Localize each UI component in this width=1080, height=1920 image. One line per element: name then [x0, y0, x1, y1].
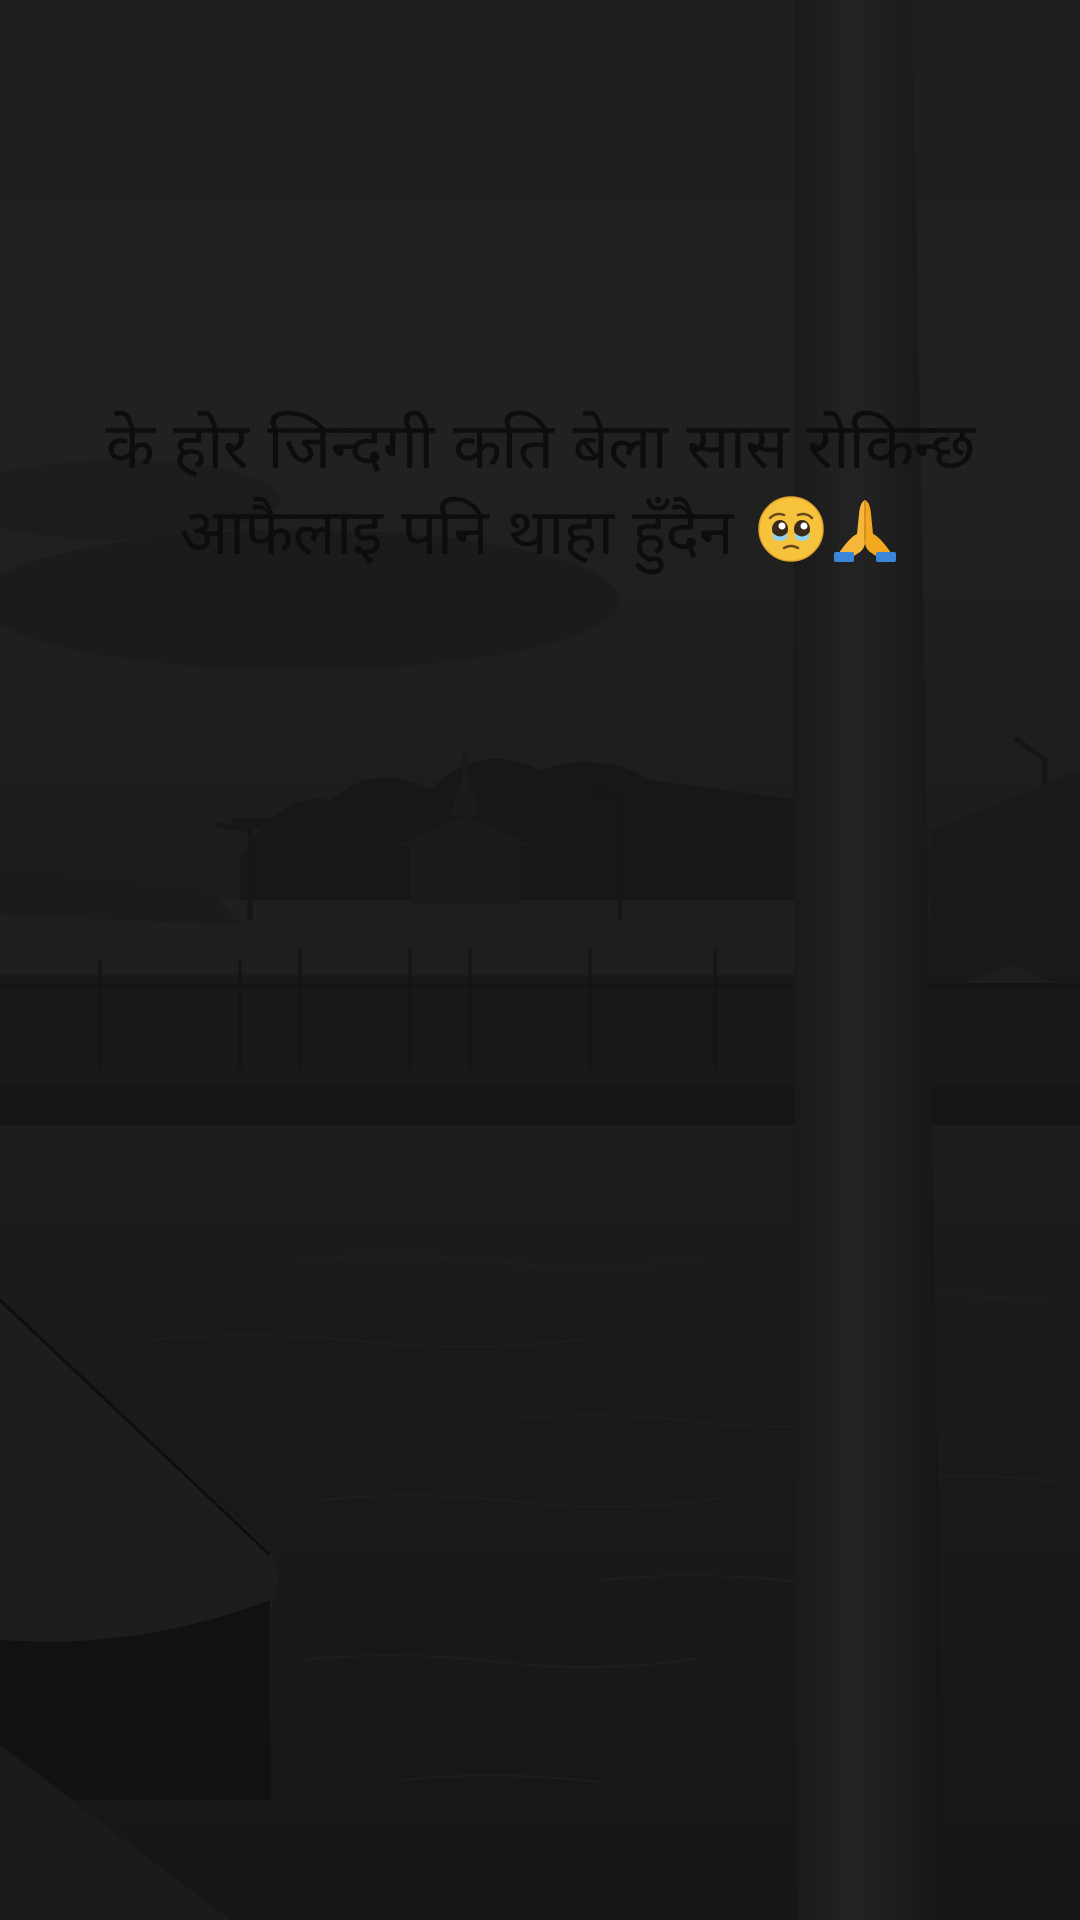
caption-line-1: के होर जिन्दगी कति बेला सास रोकिन्छ [105, 410, 976, 484]
photo-scene: के होर जिन्दगी कति बेला सास रोकिन्छ आफैल… [0, 0, 1080, 1920]
caption-line-2-text: आफैलाइ पनि थाहा हुँदैन [179, 496, 734, 570]
caption-line-2: आफैलाइ पनि थाहा हुँदैन [40, 490, 1040, 576]
folded-hands-icon [830, 494, 900, 564]
pleading-face-icon [756, 494, 826, 564]
caption-text: के होर जिन्दगी कति बेला सास रोकिन्छ आफैल… [40, 404, 1040, 576]
background-photo [0, 0, 1080, 1920]
